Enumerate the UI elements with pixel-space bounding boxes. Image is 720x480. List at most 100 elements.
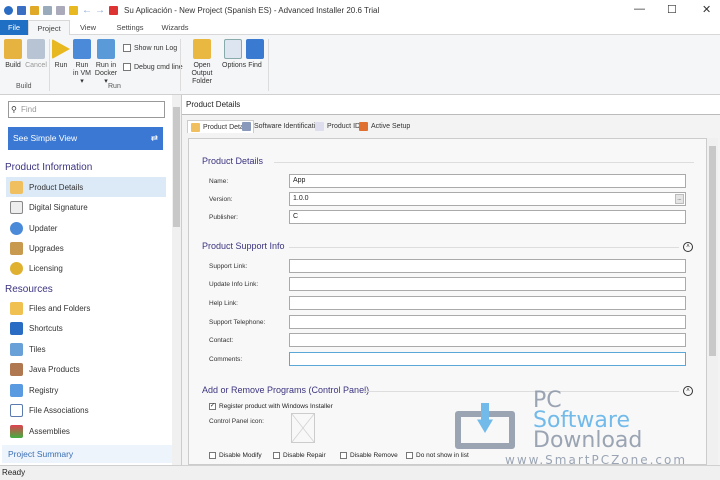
find-input[interactable]: ⚲ Find [8,101,165,118]
close-button[interactable]: ✕ [702,3,711,16]
options-button[interactable]: Options [222,37,247,70]
scrollbar-thumb[interactable] [709,146,716,356]
divider [364,391,679,392]
checkbox-checked[interactable]: ✓ [209,403,216,410]
tab-view[interactable]: View [72,20,104,35]
nav-label: Java Products [29,364,80,374]
nav-assemblies[interactable]: Assemblies [6,421,166,441]
run-in-vm-button[interactable]: Run in VM ▾ [72,37,92,86]
version-input[interactable]: 1.0.0... [289,192,686,206]
run-button[interactable]: Run [52,37,70,70]
cancel-button[interactable]: Cancel [25,37,47,70]
tab-settings[interactable]: Settings [110,20,150,35]
upgrade-box-icon [10,241,23,255]
checkbox[interactable] [406,452,413,459]
run-label: Run [54,62,68,69]
comments-input[interactable] [289,352,686,366]
collapse-icon[interactable]: ˄ [683,242,693,252]
nav-upgrades[interactable]: Upgrades [6,238,166,258]
watermark-text: Download [533,428,643,453]
open-output-label: Open Output Folder [191,62,213,85]
tab-project[interactable]: Project [28,20,70,36]
support-telephone-input[interactable] [289,315,686,329]
name-input[interactable]: App [289,174,686,188]
see-simple-view-button[interactable]: See Simple View ⇄ [8,127,163,150]
tab-active-setup[interactable]: Active Setup [359,120,410,133]
search-icon: ⚲ [11,105,17,114]
version-browse-button[interactable]: ... [675,194,684,204]
tab-file[interactable]: File [0,20,28,35]
support-link-input[interactable] [289,259,686,273]
disable-remove-checkbox[interactable]: Disable Remove [340,452,398,459]
checkbox[interactable] [209,452,216,459]
find-button[interactable]: Find [246,37,264,70]
title-bar: ← → Su Aplicación - New Project (Spanish… [0,0,720,20]
forward-icon[interactable]: → [95,5,105,16]
run-icon[interactable] [69,5,78,15]
disable-modify-checkbox[interactable]: Disable Modify [209,452,262,459]
contact-input[interactable] [289,333,686,347]
vm-icon [73,39,91,59]
options-label: Options [222,62,247,69]
tab-software-identification[interactable]: Software Identification [242,120,323,133]
nav-files-and-folders[interactable]: Files and Folders [6,298,166,318]
checkbox[interactable] [123,44,131,52]
divider [274,162,694,163]
setup-icon [359,122,368,131]
nav-digital-signature[interactable]: Digital Signature [6,197,166,217]
checkbox[interactable] [340,452,347,459]
run-vm-label: Run in VM ▾ [73,62,91,85]
update-info-link-input[interactable] [289,277,686,291]
folder-icon [10,301,23,315]
checkbox[interactable] [273,452,280,459]
nav-registry[interactable]: Registry [6,380,166,400]
disable-repair-checkbox[interactable]: Disable Repair [273,452,326,459]
swap-icon: ⇄ [150,133,158,143]
section-product-information: Product Information [5,162,93,173]
left-scrollbar[interactable] [172,95,181,465]
stop-icon[interactable] [109,5,118,15]
checkbox[interactable] [123,63,131,71]
group-build-label: Build [16,83,32,90]
maximize-button[interactable]: ☐ [667,3,677,16]
build-button[interactable]: Build [3,37,23,70]
publisher-input[interactable]: C [289,210,686,224]
register-product-checkbox[interactable]: ✓ Register product with Windows Installer [209,403,333,410]
scrollbar-thumb[interactable] [173,107,180,227]
nav-java-products[interactable]: Java Products [6,359,166,379]
main-scrollbar[interactable] [707,138,718,465]
back-icon[interactable]: ← [82,5,92,16]
nav-label: Upgrades [29,243,64,253]
nav-updater[interactable]: Updater [6,218,166,238]
nav-licensing[interactable]: Licensing [6,258,166,278]
open-output-folder-button[interactable]: Open Output Folder [183,37,221,86]
tab-product-ids[interactable]: Product IDs [315,120,364,133]
nav-shortcuts[interactable]: Shortcuts [6,318,166,338]
left-navigation-pane: ⚲ Find See Simple View ⇄ Product Informati… [0,95,182,465]
run-docker-label: Run in Docker ▾ [94,62,118,85]
nav-product-details[interactable]: Product Details [6,177,166,197]
cancel-icon[interactable] [43,5,52,15]
debug-cmd-checkbox[interactable]: Debug cmd line [123,63,183,72]
show-run-log-checkbox[interactable]: Show run Log [123,44,177,53]
find-placeholder: Find [21,105,37,114]
help-link-input[interactable] [289,296,686,310]
save-all-icon[interactable] [56,5,65,15]
nav-tiles[interactable]: Tiles [6,339,166,359]
file-association-icon [10,403,23,417]
tab-label: Active Setup [371,123,411,130]
run-in-docker-button[interactable]: Run in Docker ▾ [94,37,118,86]
control-panel-icon-placeholder[interactable] [291,413,315,443]
build-icon[interactable] [30,5,39,15]
status-bar: Ready [0,465,720,480]
support-link-label: Support Link: [209,263,248,270]
save-icon[interactable] [17,5,26,15]
tab-wizards[interactable]: Wizards [155,20,195,35]
project-summary-link[interactable]: Project Summary [2,445,177,463]
divider [49,39,50,91]
nav-file-associations[interactable]: File Associations [6,400,166,420]
nav-label: Files and Folders [29,303,91,313]
product-icon [191,122,200,132]
nav-label: Shortcuts [29,323,63,333]
minimize-button[interactable]: — [634,3,645,15]
